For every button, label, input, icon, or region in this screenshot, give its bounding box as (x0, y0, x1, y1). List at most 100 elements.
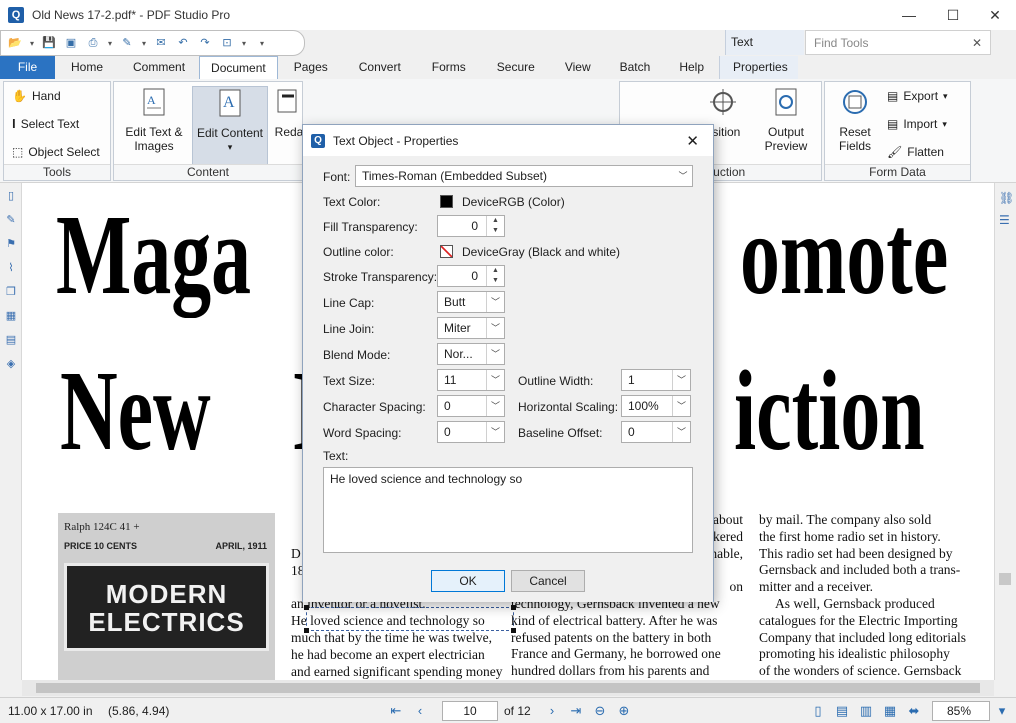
redact-button[interactable]: Reda (274, 86, 304, 139)
text-size-label: Text Size: (323, 374, 376, 388)
sign-icon[interactable]: ✎ (117, 34, 137, 52)
minimize-button[interactable]: — (886, 0, 932, 30)
output-preview-button[interactable]: Output Preview (750, 86, 822, 153)
tags-icon[interactable]: ◈ (4, 357, 18, 373)
tab-secure[interactable]: Secure (482, 56, 550, 79)
zoom-dropdown-icon[interactable]: ▾ (990, 703, 1014, 719)
tab-home[interactable]: Home (55, 56, 119, 79)
character-spacing-select[interactable]: 0 ﹀ (437, 395, 505, 417)
import-button[interactable]: ▤ Import ▾ (887, 114, 947, 134)
stroke-transparency-spinner[interactable]: 0 ▲ ▼ (437, 265, 505, 287)
email-icon[interactable]: ✉ (151, 34, 171, 52)
text-object-selection[interactable] (304, 605, 516, 633)
save-all-icon[interactable]: ▣ (61, 34, 81, 52)
previous-page-button[interactable]: ‹ (408, 703, 432, 718)
customize-qat-icon[interactable]: ▾ (257, 39, 267, 48)
layers-icon[interactable]: ❐ (4, 285, 18, 301)
selection-handle[interactable] (304, 605, 309, 610)
pages-icon[interactable]: ▤ (4, 333, 18, 349)
find-tools-input[interactable]: Find Tools ✕ (805, 30, 991, 55)
line-cap-select[interactable]: Butt ﹀ (437, 291, 505, 313)
tab-document[interactable]: Document (199, 56, 278, 79)
images-icon[interactable]: ▦ (4, 309, 18, 325)
tab-properties[interactable]: Properties (719, 56, 798, 79)
horizontal-scaling-value: 100% (628, 399, 659, 413)
text-content-textarea[interactable]: He loved science and technology so (323, 467, 693, 553)
line-join-select[interactable]: Miter ﹀ (437, 317, 505, 339)
undo-icon[interactable]: ↶ (173, 34, 193, 52)
edit-content-button[interactable]: A Edit Content ▾ (192, 86, 268, 166)
tab-file[interactable]: File (0, 56, 55, 79)
zoom-level-input[interactable]: 85% (932, 700, 990, 721)
print-icon[interactable]: ⎙ (83, 34, 103, 52)
open-icon[interactable]: 📂 (5, 34, 25, 52)
tab-comment[interactable]: Comment (119, 56, 199, 79)
word-spacing-select[interactable]: 0 ﹀ (437, 421, 505, 443)
right-panel-strip: ⛓ ☰ (994, 183, 1016, 680)
maximize-button[interactable]: ☐ (930, 0, 976, 30)
text-color-swatch[interactable] (440, 195, 453, 208)
clear-search-icon[interactable]: ✕ (972, 36, 982, 50)
print-dropdown-icon[interactable]: ▾ (105, 39, 115, 48)
col3-line: of the wonders of science. Gernsback (759, 663, 962, 679)
tab-pages[interactable]: Pages (278, 56, 344, 79)
annotations-icon[interactable]: ✎ (4, 213, 18, 229)
sign-dropdown-icon[interactable]: ▾ (139, 39, 149, 48)
tab-help[interactable]: Help (664, 56, 719, 79)
last-page-button[interactable]: ⇥ (564, 703, 588, 719)
baseline-offset-select[interactable]: 0 ﹀ (621, 421, 691, 443)
link-icon[interactable]: ⛓ (999, 191, 1014, 205)
redo-icon[interactable]: ↷ (195, 34, 215, 52)
tab-batch[interactable]: Batch (606, 56, 665, 79)
fill-transparency-spinner[interactable]: 0 ▲ ▼ (437, 215, 505, 237)
outline-width-select[interactable]: 1 ﹀ (621, 369, 691, 391)
single-page-view-icon[interactable]: ▯ (806, 703, 830, 719)
text-size-select[interactable]: 11 ﹀ (437, 369, 505, 391)
attachments-icon[interactable]: ⌇ (4, 261, 18, 277)
flatten-button[interactable]: 🖌 Flatten (887, 142, 944, 162)
ok-button[interactable]: OK (431, 570, 505, 592)
horizontal-scrollbar[interactable] (22, 680, 994, 696)
fit-width-icon[interactable]: ⬌ (902, 703, 926, 719)
output-preview-icon (775, 88, 797, 116)
cancel-button[interactable]: Cancel (511, 570, 585, 592)
horizontal-scrollbar-thumb[interactable] (36, 683, 980, 693)
outline-color-swatch[interactable] (440, 245, 453, 258)
thumbnails-icon[interactable]: ▯ (4, 189, 18, 205)
close-button[interactable]: ✕ (972, 0, 1016, 30)
select-text-button[interactable]: 𝐈 Select Text (12, 114, 79, 134)
tab-forms[interactable]: Forms (416, 56, 482, 79)
stack-icon[interactable]: ☰ (999, 213, 1012, 227)
bookmarks-icon[interactable]: ⚑ (4, 237, 18, 253)
page-number-input[interactable]: 10 (442, 700, 498, 721)
save-icon[interactable]: 💾 (39, 34, 59, 52)
spinner-arrows-icon[interactable]: ▲ ▼ (486, 216, 504, 236)
previous-view-icon[interactable]: ⊖ (588, 703, 612, 719)
open-dropdown-icon[interactable]: ▾ (27, 39, 37, 48)
font-select[interactable]: Times-Roman (Embedded Subset) ﹀ (355, 165, 693, 187)
col3-line: the first home radio set in history. (759, 528, 941, 544)
fill-transparency-label: Fill Transparency: (323, 220, 418, 234)
zoom-dropdown-icon[interactable]: ▾ (239, 39, 249, 48)
hand-tool-button[interactable]: ✋ Hand (12, 86, 61, 106)
next-page-button[interactable]: › (540, 703, 564, 718)
export-button[interactable]: ▤ Export ▾ (887, 86, 948, 106)
facing-continuous-view-icon[interactable]: ▦ (878, 703, 902, 719)
selection-handle[interactable] (304, 628, 309, 633)
zoom-page-icon[interactable]: ⊡ (217, 34, 237, 52)
blend-mode-select[interactable]: Nor... ﹀ (437, 343, 505, 365)
continuous-view-icon[interactable]: ▤ (830, 703, 854, 719)
facing-view-icon[interactable]: ▥ (854, 703, 878, 719)
edit-text-images-button[interactable]: A Edit Text & Images (116, 86, 192, 153)
object-select-button[interactable]: ⬚ Object Select (12, 142, 100, 162)
spinner-arrows-icon[interactable]: ▲ ▼ (486, 266, 504, 286)
horizontal-scaling-select[interactable]: 100% ﹀ (621, 395, 691, 417)
next-view-icon[interactable]: ⊕ (612, 703, 636, 719)
reset-fields-button[interactable]: Reset Fields (827, 86, 883, 153)
vertical-scrollbar-thumb[interactable] (999, 573, 1011, 585)
first-page-button[interactable]: ⇤ (384, 703, 408, 719)
dialog-close-icon[interactable]: ✕ (686, 132, 699, 150)
chevron-down-icon: ﹀ (486, 318, 504, 338)
tab-convert[interactable]: Convert (344, 56, 416, 79)
tab-view[interactable]: View (550, 56, 606, 79)
